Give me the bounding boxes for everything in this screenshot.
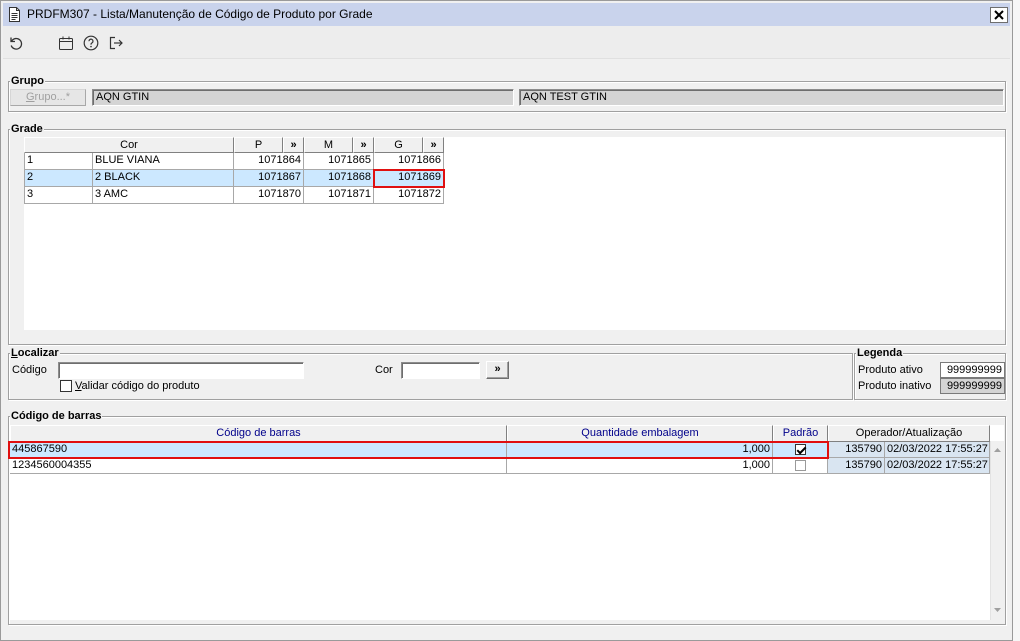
column-header-default: Padrão — [773, 425, 828, 442]
operator-cell: 135790 — [828, 458, 885, 474]
updated-at-cell: 02/03/2022 17:55:27 — [885, 458, 990, 474]
size-p-cell[interactable]: 1071864 — [234, 153, 304, 170]
undo-icon — [10, 37, 23, 50]
row-number-cell[interactable]: 1 — [24, 153, 93, 170]
cor-input[interactable] — [401, 362, 480, 379]
column-header-quantity: Quantidade embalagem — [507, 425, 773, 442]
validar-checkbox[interactable] — [60, 380, 72, 392]
quantity-cell[interactable]: 1,000 — [507, 442, 773, 458]
barcode-cell[interactable]: 1234560004355 — [10, 458, 507, 474]
help-icon — [83, 35, 99, 51]
grade-row[interactable]: 1 BLUE VIANA 1071864 1071865 1071866 — [24, 153, 444, 170]
column-header-size-p: P — [234, 137, 283, 153]
close-icon — [994, 10, 1004, 20]
cor-cell[interactable]: BLUE VIANA — [93, 153, 234, 170]
scroll-down-button[interactable] — [991, 602, 1004, 618]
grupo-button[interactable]: Grupo...* — [10, 89, 86, 106]
size-m-cell[interactable]: 1071865 — [304, 153, 374, 170]
cor-cell[interactable]: 2 BLACK — [93, 170, 234, 187]
expand-size-m-button[interactable]: » — [353, 137, 374, 153]
size-m-cell[interactable]: 1071871 — [304, 187, 374, 204]
codigo-input[interactable] — [58, 362, 304, 379]
default-checkbox[interactable] — [795, 460, 806, 471]
grupo-code-field: AQN GTIN — [92, 89, 514, 106]
size-p-cell[interactable]: 1071870 — [234, 187, 304, 204]
scroll-up-arrow-icon — [994, 448, 1001, 452]
default-checkbox[interactable] — [795, 444, 806, 455]
cor-search-button[interactable]: » — [486, 361, 509, 379]
exit-icon — [109, 36, 123, 50]
updated-at-cell: 02/03/2022 17:55:27 — [885, 442, 990, 458]
expand-size-g-button[interactable]: » — [423, 137, 444, 153]
screen: PRDFM307 - Lista/Manutenção de Código de… — [0, 0, 1020, 641]
column-header-operator: Operador/Atualização — [828, 425, 990, 442]
default-cell[interactable] — [773, 458, 828, 474]
document-icon — [8, 7, 21, 22]
barcodes-grid: Código de barras Quantidade embalagem Pa… — [10, 425, 1004, 620]
size-g-cell[interactable]: 1071866 — [374, 153, 444, 170]
vertical-scrollbar[interactable] — [990, 441, 1004, 620]
row-number-cell[interactable]: 3 — [24, 187, 93, 204]
size-m-cell[interactable]: 1071868 — [304, 170, 374, 187]
validar-label[interactable]: Validar código do produto — [75, 380, 200, 393]
grade-row[interactable]: 2 2 BLACK 1071867 1071868 1071869 — [24, 170, 444, 187]
default-cell[interactable] — [773, 442, 828, 458]
column-header-size-m: M — [304, 137, 353, 153]
exit-button[interactable] — [107, 34, 125, 52]
toolbar — [3, 26, 1010, 59]
grupo-label: Grupo — [10, 75, 45, 87]
calendar-icon — [59, 36, 73, 50]
size-g-cell[interactable]: 1071869 — [374, 170, 444, 187]
scroll-up-button[interactable] — [991, 442, 1004, 458]
help-button[interactable] — [82, 34, 100, 52]
calendar-button[interactable] — [57, 34, 75, 52]
size-p-cell[interactable]: 1071867 — [234, 170, 304, 187]
legenda-label: Legenda — [856, 347, 904, 359]
localizar-label: Localizar — [10, 347, 60, 359]
column-header-cor: Cor — [24, 137, 234, 153]
produto-ativo-sample: 999999999 — [940, 362, 1005, 378]
row-number-cell[interactable]: 2 — [24, 170, 93, 187]
grade-grid: Cor P » M » G » 1 BLUE VIANA 1071864 107… — [24, 137, 1005, 330]
quantity-cell[interactable]: 1,000 — [507, 458, 773, 474]
cor-cell[interactable]: 3 AMC — [93, 187, 234, 204]
operator-cell: 135790 — [828, 442, 885, 458]
title-bar: PRDFM307 - Lista/Manutenção de Código de… — [3, 3, 1010, 26]
size-g-cell[interactable]: 1071872 — [374, 187, 444, 204]
produto-inativo-label: Produto inativo — [858, 380, 932, 392]
expand-size-p-button[interactable]: » — [283, 137, 304, 153]
produto-ativo-label: Produto ativo — [858, 364, 923, 376]
undo-button[interactable] — [7, 34, 25, 52]
grade-row[interactable]: 3 3 AMC 1071870 1071871 1071872 — [24, 187, 444, 204]
scroll-down-arrow-icon — [994, 608, 1001, 612]
column-header-barcode: Código de barras — [10, 425, 507, 442]
close-button[interactable] — [990, 7, 1008, 23]
produto-inativo-sample: 999999999 — [940, 378, 1005, 394]
barcodes-label: Código de barras — [10, 410, 103, 422]
grade-label: Grade — [10, 123, 44, 135]
barcode-row[interactable]: 445867590 1,000 135790 02/03/2022 17:55:… — [10, 442, 990, 458]
grupo-description-field: AQN TEST GTIN — [519, 89, 1004, 106]
window-title: PRDFM307 - Lista/Manutenção de Código de… — [27, 7, 373, 21]
barcode-cell[interactable]: 445867590 — [10, 442, 507, 458]
cor-label: Cor — [375, 364, 393, 376]
codigo-label: Código — [12, 364, 47, 376]
barcode-row[interactable]: 1234560004355 1,000 135790 02/03/2022 17… — [10, 458, 990, 474]
column-header-size-g: G — [374, 137, 423, 153]
